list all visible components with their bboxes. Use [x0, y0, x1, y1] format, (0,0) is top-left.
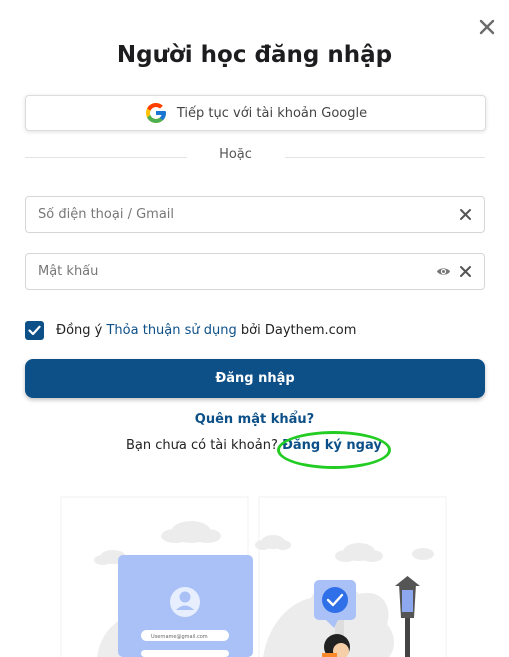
cloud-icon [335, 543, 383, 562]
password-field [25, 253, 485, 290]
eye-icon[interactable] [436, 265, 451, 278]
terms-prefix: Đồng ý [56, 322, 107, 338]
forgot-password-link[interactable]: Quên mật khẩu? [0, 412, 509, 427]
login-button[interactable]: Đăng nhập [25, 359, 485, 398]
terms-suffix: bởi Daythem.com [236, 322, 357, 338]
dialog-title: Người học đăng nhập [116, 42, 393, 68]
email-sample-text: Username@gmail.com [151, 634, 208, 640]
phone-email-input[interactable] [38, 197, 418, 232]
google-logo-icon [145, 103, 166, 123]
google-login-button[interactable]: Tiếp tục với tài khoản Google [25, 95, 486, 131]
divider-right [285, 157, 485, 158]
cloud-icon [255, 535, 291, 550]
terms-agreement: Đồng ý Thỏa thuận sử dụng bởi Daythem.co… [25, 320, 356, 340]
checkmark-icon [28, 325, 41, 335]
cloud-icon [161, 521, 221, 543]
signup-prompt: Bạn chưa có tài khoản? [126, 438, 282, 453]
terms-checkbox[interactable] [25, 320, 44, 340]
login-illustration: Username@gmail.com [60, 496, 447, 657]
terms-text: Đồng ý Thỏa thuận sử dụng bởi Daythem.co… [56, 323, 356, 338]
close-icon [479, 19, 495, 35]
google-login-label: Tiếp tục với tài khoản Google [176, 105, 368, 121]
clear-icon[interactable] [459, 265, 472, 278]
terms-link[interactable]: Thỏa thuận sử dụng [106, 323, 236, 338]
signup-row: Bạn chưa có tài khoản? Đăng ký ngay [126, 438, 382, 453]
phone-email-field [25, 196, 485, 233]
divider-or-text: Hoặc [219, 147, 252, 162]
signup-link[interactable]: Đăng ký ngay [282, 438, 382, 453]
close-button[interactable] [474, 14, 500, 40]
clear-icon[interactable] [459, 208, 472, 221]
password-input[interactable] [38, 254, 418, 289]
cloud-icon [412, 548, 434, 560]
